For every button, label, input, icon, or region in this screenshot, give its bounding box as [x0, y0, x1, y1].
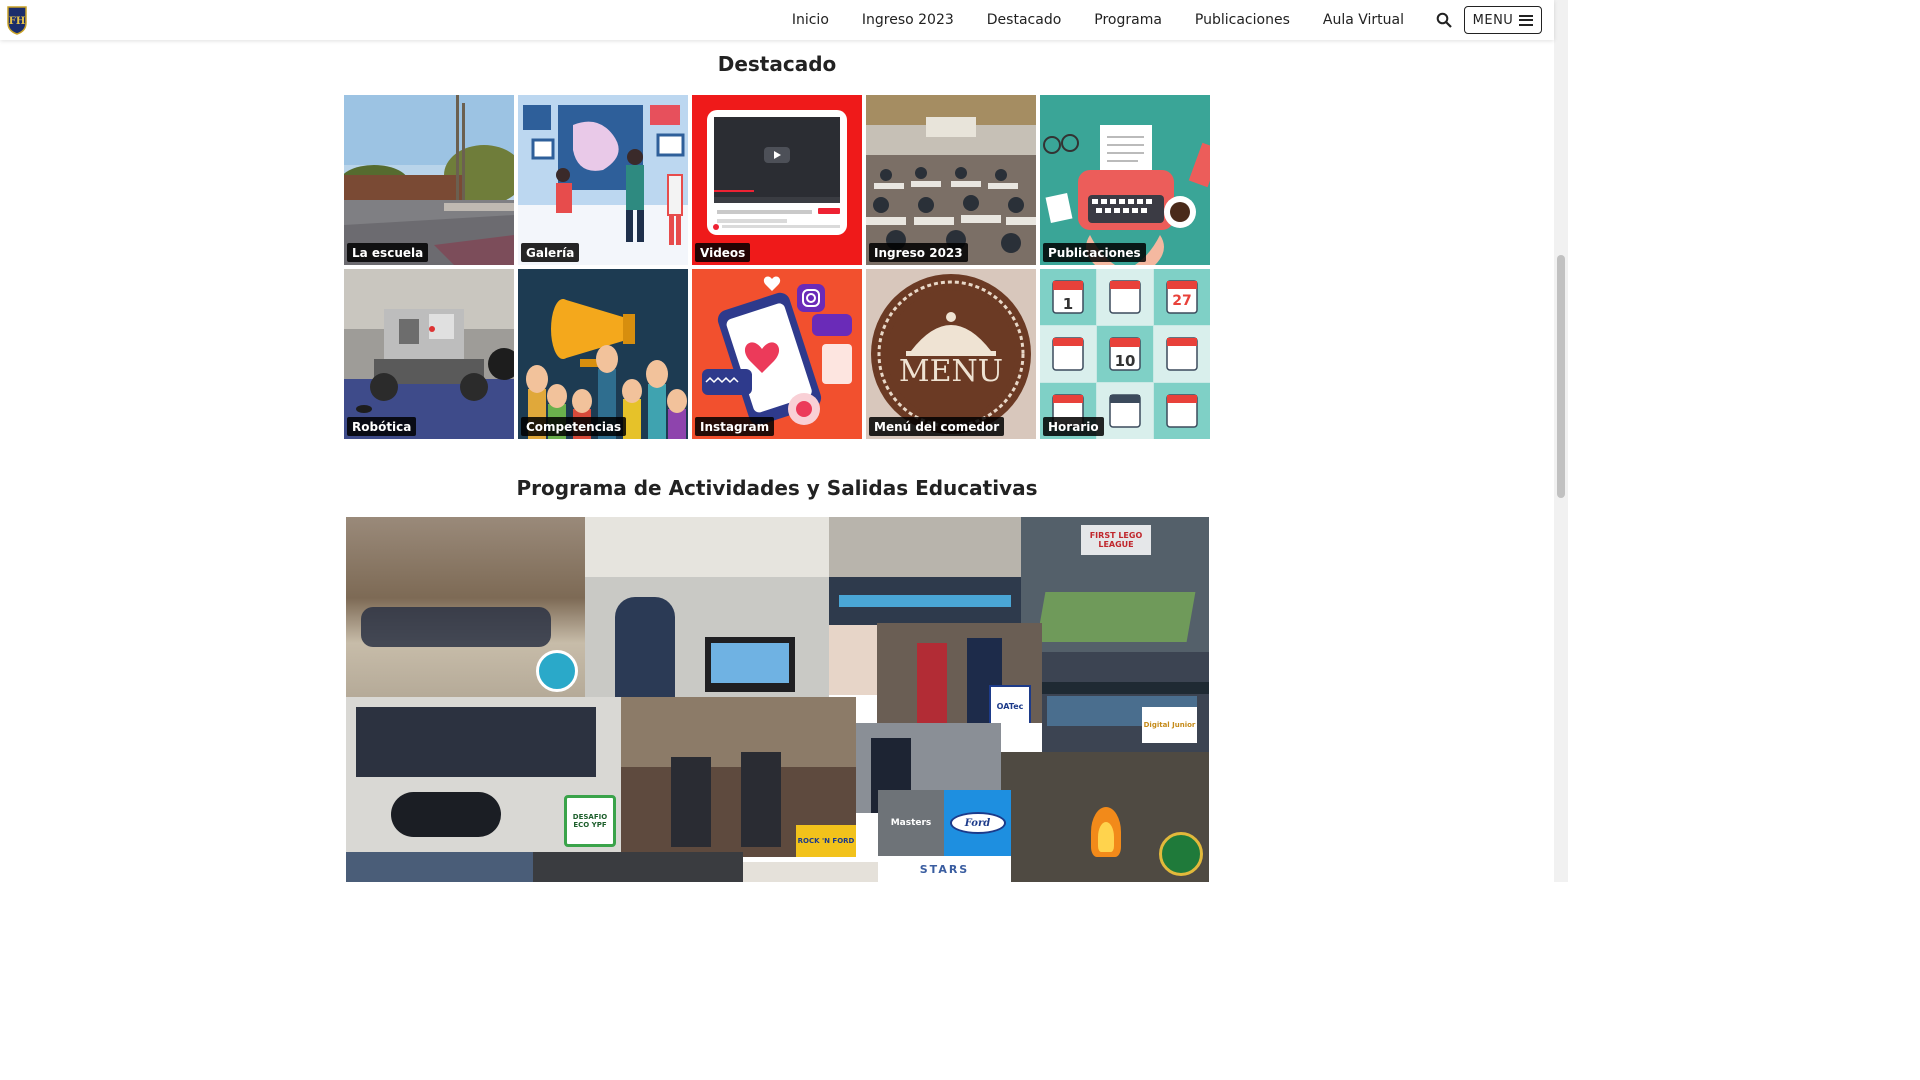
typewriter-illustration [1040, 95, 1210, 265]
calendar-number: 1 [1063, 295, 1073, 313]
collage-photo-classroom [829, 517, 1021, 625]
ford-logo-panel: Ford [944, 790, 1011, 856]
tile-publicaciones[interactable]: Publicaciones [1040, 95, 1210, 265]
nav-publicaciones[interactable]: Publicaciones [1195, 12, 1290, 28]
digital-junior-logo: Digital Junior [1142, 707, 1197, 743]
exam-hall-image [866, 95, 1036, 265]
search-icon[interactable] [1434, 10, 1454, 30]
masters-logo: Masters [878, 790, 944, 856]
school-building-image [344, 95, 514, 265]
tile-label: Videos [695, 243, 751, 262]
collage-photo-machine [533, 852, 743, 882]
menu-plate-illustration: MENU [866, 269, 1036, 439]
tile-label: Menú del comedor [869, 417, 1005, 436]
destacado-grid: La escuela Galería Videos Ingreso 2023 P… [344, 95, 1211, 439]
nav-destacado[interactable]: Destacado [987, 12, 1061, 28]
lego-robot-image [344, 269, 514, 439]
tile-label: La escuela [347, 243, 429, 262]
menu-plate-text: MENU [899, 354, 1003, 389]
tile-label: Ingreso 2023 [869, 243, 968, 262]
stars-logo: STARS [878, 856, 1011, 882]
tile-galeria[interactable]: Galería [518, 95, 688, 265]
oatec-logo: OATec [989, 685, 1031, 723]
tile-label: Robótica [347, 417, 417, 436]
tile-instagram[interactable]: Instagram [692, 269, 862, 439]
nav-aula-virtual[interactable]: Aula Virtual [1323, 12, 1404, 28]
rock-n-ford-logo: ROCK 'N FORD [796, 825, 856, 857]
collage-photo-poster [829, 625, 877, 695]
nav-programa[interactable]: Programa [1094, 12, 1162, 28]
menu-button[interactable]: MENU [1464, 6, 1542, 34]
collage-photo-rock-n-ford: ROCK 'N FORD [621, 697, 856, 857]
page-scrollbar[interactable] [1554, 0, 1568, 882]
collage-photo-extra [743, 862, 878, 882]
menu-button-label: MENU [1472, 12, 1514, 28]
tile-label: Instagram [695, 417, 775, 436]
social-phone-illustration [692, 269, 862, 439]
collage-photo-digital-junior: Digital Junior [1042, 652, 1209, 752]
first-lego-league-logo: FIRST LEGO LEAGUE [1081, 525, 1151, 555]
collage-photo-mountain-trip [346, 517, 585, 697]
main-nav: Inicio Ingreso 2023 Destacado Programa P… [759, 0, 1454, 40]
collage-photo-first-lego-league: FIRST LEGO LEAGUE [1021, 517, 1209, 652]
collage-photo-campfire [1001, 752, 1209, 882]
calendar-number: 10 [1115, 352, 1136, 370]
tile-ingreso-2023[interactable]: Ingreso 2023 [866, 95, 1036, 265]
collage-photo-eco-car-team: DESAFIO ECO YPF [346, 697, 621, 852]
trip-badge-icon [536, 650, 578, 692]
trophy-hands-illustration [518, 269, 688, 439]
video-player-illustration [692, 95, 862, 265]
ford-logo: Ford [949, 812, 1006, 834]
hamburger-icon [1519, 14, 1534, 26]
school-logo[interactable]: FH [7, 5, 27, 35]
gallery-illustration [518, 95, 688, 265]
tile-label: Publicaciones [1043, 243, 1146, 262]
tile-label: Galería [521, 243, 580, 262]
programa-title: Programa de Actividades y Salidas Educat… [516, 476, 1038, 500]
calendar-grid-illustration: 1 27 10 [1040, 269, 1210, 439]
tile-videos[interactable]: Videos [692, 95, 862, 265]
tile-horario[interactable]: 1 27 10 Horario [1040, 269, 1210, 439]
collage-photo-masters-ford: Masters Ford STARS [878, 790, 1011, 882]
destacado-title: Destacado [717, 52, 837, 76]
collage-photo-computer-lab [585, 517, 829, 697]
tile-competencias[interactable]: Competencias [518, 269, 688, 439]
tile-menu-del-comedor[interactable]: MENU Menú del comedor [866, 269, 1036, 439]
activities-collage[interactable]: FIRST LEGO LEAGUE OATec Digital Junior D… [346, 517, 1209, 882]
scrollbar-thumb[interactable] [1557, 255, 1565, 498]
scout-badge-icon [1159, 832, 1203, 876]
tile-robotica[interactable]: Robótica [344, 269, 514, 439]
tile-label: Horario [1043, 417, 1104, 436]
collage-photo-oatec: OATec [877, 623, 1042, 723]
tile-label: Competencias [521, 417, 627, 436]
desafio-eco-logo: DESAFIO ECO YPF [564, 795, 616, 847]
nav-inicio[interactable]: Inicio [792, 12, 829, 28]
tile-la-escuela[interactable]: La escuela [344, 95, 514, 265]
nav-ingreso-2023[interactable]: Ingreso 2023 [862, 12, 954, 28]
logo-text: FH [9, 16, 26, 27]
top-header: FH Inicio Ingreso 2023 Destacado Program… [0, 0, 1554, 40]
collage-photo-lake [346, 852, 533, 882]
calendar-number: 27 [1172, 293, 1191, 309]
